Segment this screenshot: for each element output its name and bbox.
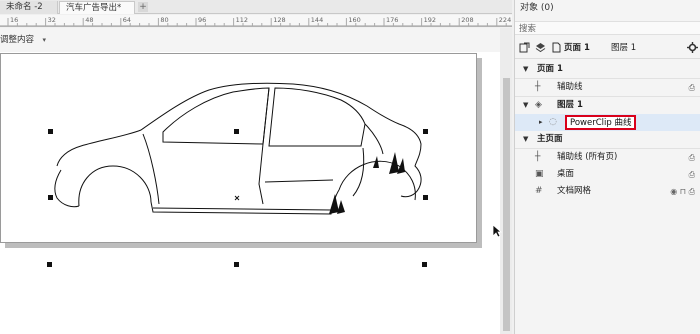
add-tab-button[interactable]: + xyxy=(138,2,148,12)
layer-icon: ◈ xyxy=(535,100,542,110)
rear-window xyxy=(268,87,366,147)
docker-toolbar: 页面 1 图层 1 xyxy=(515,35,700,59)
tab-untitled[interactable]: 未命名 -2 xyxy=(0,1,58,14)
app-window: 未命名 -2 汽车广告导出* + › 163248648096112128144… xyxy=(0,0,700,334)
document-tabs: 未命名 -2 汽车广告导出* + xyxy=(0,0,512,14)
tree-label-document-grid: 文档网格 xyxy=(557,186,592,196)
property-bar: 调整内容 ▾ xyxy=(0,28,512,52)
tree-row-page-1[interactable]: ▼ 页面 1 xyxy=(515,61,700,78)
front-door-edge xyxy=(142,133,160,205)
car-body-outline xyxy=(56,82,422,198)
ruler-label: 144 xyxy=(311,16,323,24)
guides-icon: ┼ xyxy=(535,152,541,162)
ruler-label: 96 xyxy=(198,16,206,24)
tree-row-powerclip-curve[interactable]: ▸ ◌ PowerClip 曲线 xyxy=(515,114,700,131)
printer-icon[interactable]: ⎙ xyxy=(689,149,695,166)
collapse-icon[interactable]: ▼ xyxy=(523,97,528,114)
ruler-label: 160 xyxy=(348,16,360,24)
collapse-icon[interactable]: ▼ xyxy=(523,131,528,148)
ruler-label: 80 xyxy=(160,16,168,24)
tree-label-guides-all-pages: 辅助线 (所有页) xyxy=(557,152,618,162)
tree-label-guides: 辅助线 xyxy=(557,82,583,92)
new-object-icon[interactable] xyxy=(519,42,530,53)
scrollbar-thumb[interactable] xyxy=(503,78,510,331)
tab-car-ad-export[interactable]: 汽车广告导出* xyxy=(59,1,135,14)
ruler-label: 16 xyxy=(10,16,18,24)
tree-label-desktop: 桌面 xyxy=(557,169,575,179)
page-icon[interactable] xyxy=(551,42,562,53)
selection-handles[interactable] xyxy=(48,129,428,244)
current-layer-label[interactable]: 图层 1 xyxy=(611,41,636,53)
printer-icon[interactable]: ⎙ xyxy=(689,79,695,96)
tree-row-guides[interactable]: ┼ 辅助线 ⎙ xyxy=(515,79,700,96)
object-tree: ▼ 页面 1 ┼ 辅助线 ⎙ ▼ ◈ 图层 1 ▸ ◌ PowerClip 曲线… xyxy=(515,59,700,319)
sill-line xyxy=(152,207,332,211)
ruler-label: 128 xyxy=(273,16,285,24)
chevron-down-icon: ▾ xyxy=(42,36,47,44)
ruler-label: 176 xyxy=(386,16,398,24)
side-sill xyxy=(150,189,340,215)
front-wheel-arch xyxy=(78,165,152,207)
door-crease xyxy=(264,179,334,183)
tree-label-layer-1: 图层 1 xyxy=(557,100,583,110)
page-paper xyxy=(0,53,477,243)
tree-label-page-1: 页面 1 xyxy=(537,64,563,74)
grid-icon: # xyxy=(535,186,543,196)
car-outline-drawing[interactable] xyxy=(1,54,478,244)
curve-icon: ◌ xyxy=(549,117,557,127)
rear-wheel-spikes xyxy=(329,152,405,214)
visibility-lock-print-icons[interactable]: ◉ ⊓ ⎙ xyxy=(670,183,695,200)
ruler-label: 32 xyxy=(48,16,56,24)
front-window xyxy=(162,87,270,145)
guides-icon: ┼ xyxy=(535,82,541,92)
front-bumper xyxy=(54,169,80,208)
center-marker xyxy=(234,195,240,201)
mouse-cursor-icon xyxy=(492,224,502,238)
tree-row-desktop[interactable]: ▣ 桌面 ⎙ xyxy=(515,166,700,183)
fit-content-dropdown[interactable]: 调整内容 ▾ xyxy=(0,33,46,47)
gear-icon[interactable] xyxy=(687,42,698,53)
ruler-label: 208 xyxy=(461,16,473,24)
tree-label-master-page: 主页面 xyxy=(537,134,563,144)
ruler-label: 48 xyxy=(85,16,93,24)
ruler-ticks: 16 32 48 64 80 96 112 128 144 160 176 192 208 224 xyxy=(0,16,512,27)
vertical-scrollbar[interactable] xyxy=(500,28,512,334)
layers-icon[interactable] xyxy=(535,42,546,53)
ruler-label: 64 xyxy=(123,16,131,24)
collapse-icon[interactable]: ▼ xyxy=(523,61,528,78)
ruler-label: 112 xyxy=(236,16,248,24)
ruler-label: 192 xyxy=(424,16,436,24)
search-input[interactable]: 搜索 xyxy=(515,21,700,35)
current-page-label[interactable]: 页面 1 xyxy=(564,41,590,53)
tree-row-document-grid[interactable]: # 文档网格 ◉ ⊓ ⎙ xyxy=(515,183,700,200)
docker-title: 对象 (0) xyxy=(520,3,554,13)
tree-row-master-page[interactable]: ▼ 主页面 xyxy=(515,131,700,148)
horizontal-ruler: 16 32 48 64 80 96 112 128 144 160 176 192 208 224 xyxy=(0,15,512,27)
printer-icon[interactable]: ⎙ xyxy=(689,166,695,183)
desktop-icon: ▣ xyxy=(535,169,544,179)
fit-content-label: 调整内容 xyxy=(0,35,35,45)
powerclip-highlight-box[interactable]: PowerClip 曲线 xyxy=(565,115,637,130)
c-pillar-line xyxy=(364,123,384,155)
b-pillar-line xyxy=(258,87,270,205)
ruler-label: 224 xyxy=(499,16,511,24)
bottom-selection-handles[interactable] xyxy=(0,252,480,272)
objects-docker: 对象 (0) 搜索 页面 1 图层 1 ▼ 页面 1 ┼ 辅助线 ⎙ ▼ ◈ 图… xyxy=(514,0,700,334)
expand-icon[interactable]: ▸ xyxy=(539,114,543,131)
rear-door-edge xyxy=(352,147,365,197)
tree-row-layer-1[interactable]: ▼ ◈ 图层 1 xyxy=(515,97,700,114)
tree-row-guides-all-pages[interactable]: ┼ 辅助线 (所有页) ⎙ xyxy=(515,149,700,166)
